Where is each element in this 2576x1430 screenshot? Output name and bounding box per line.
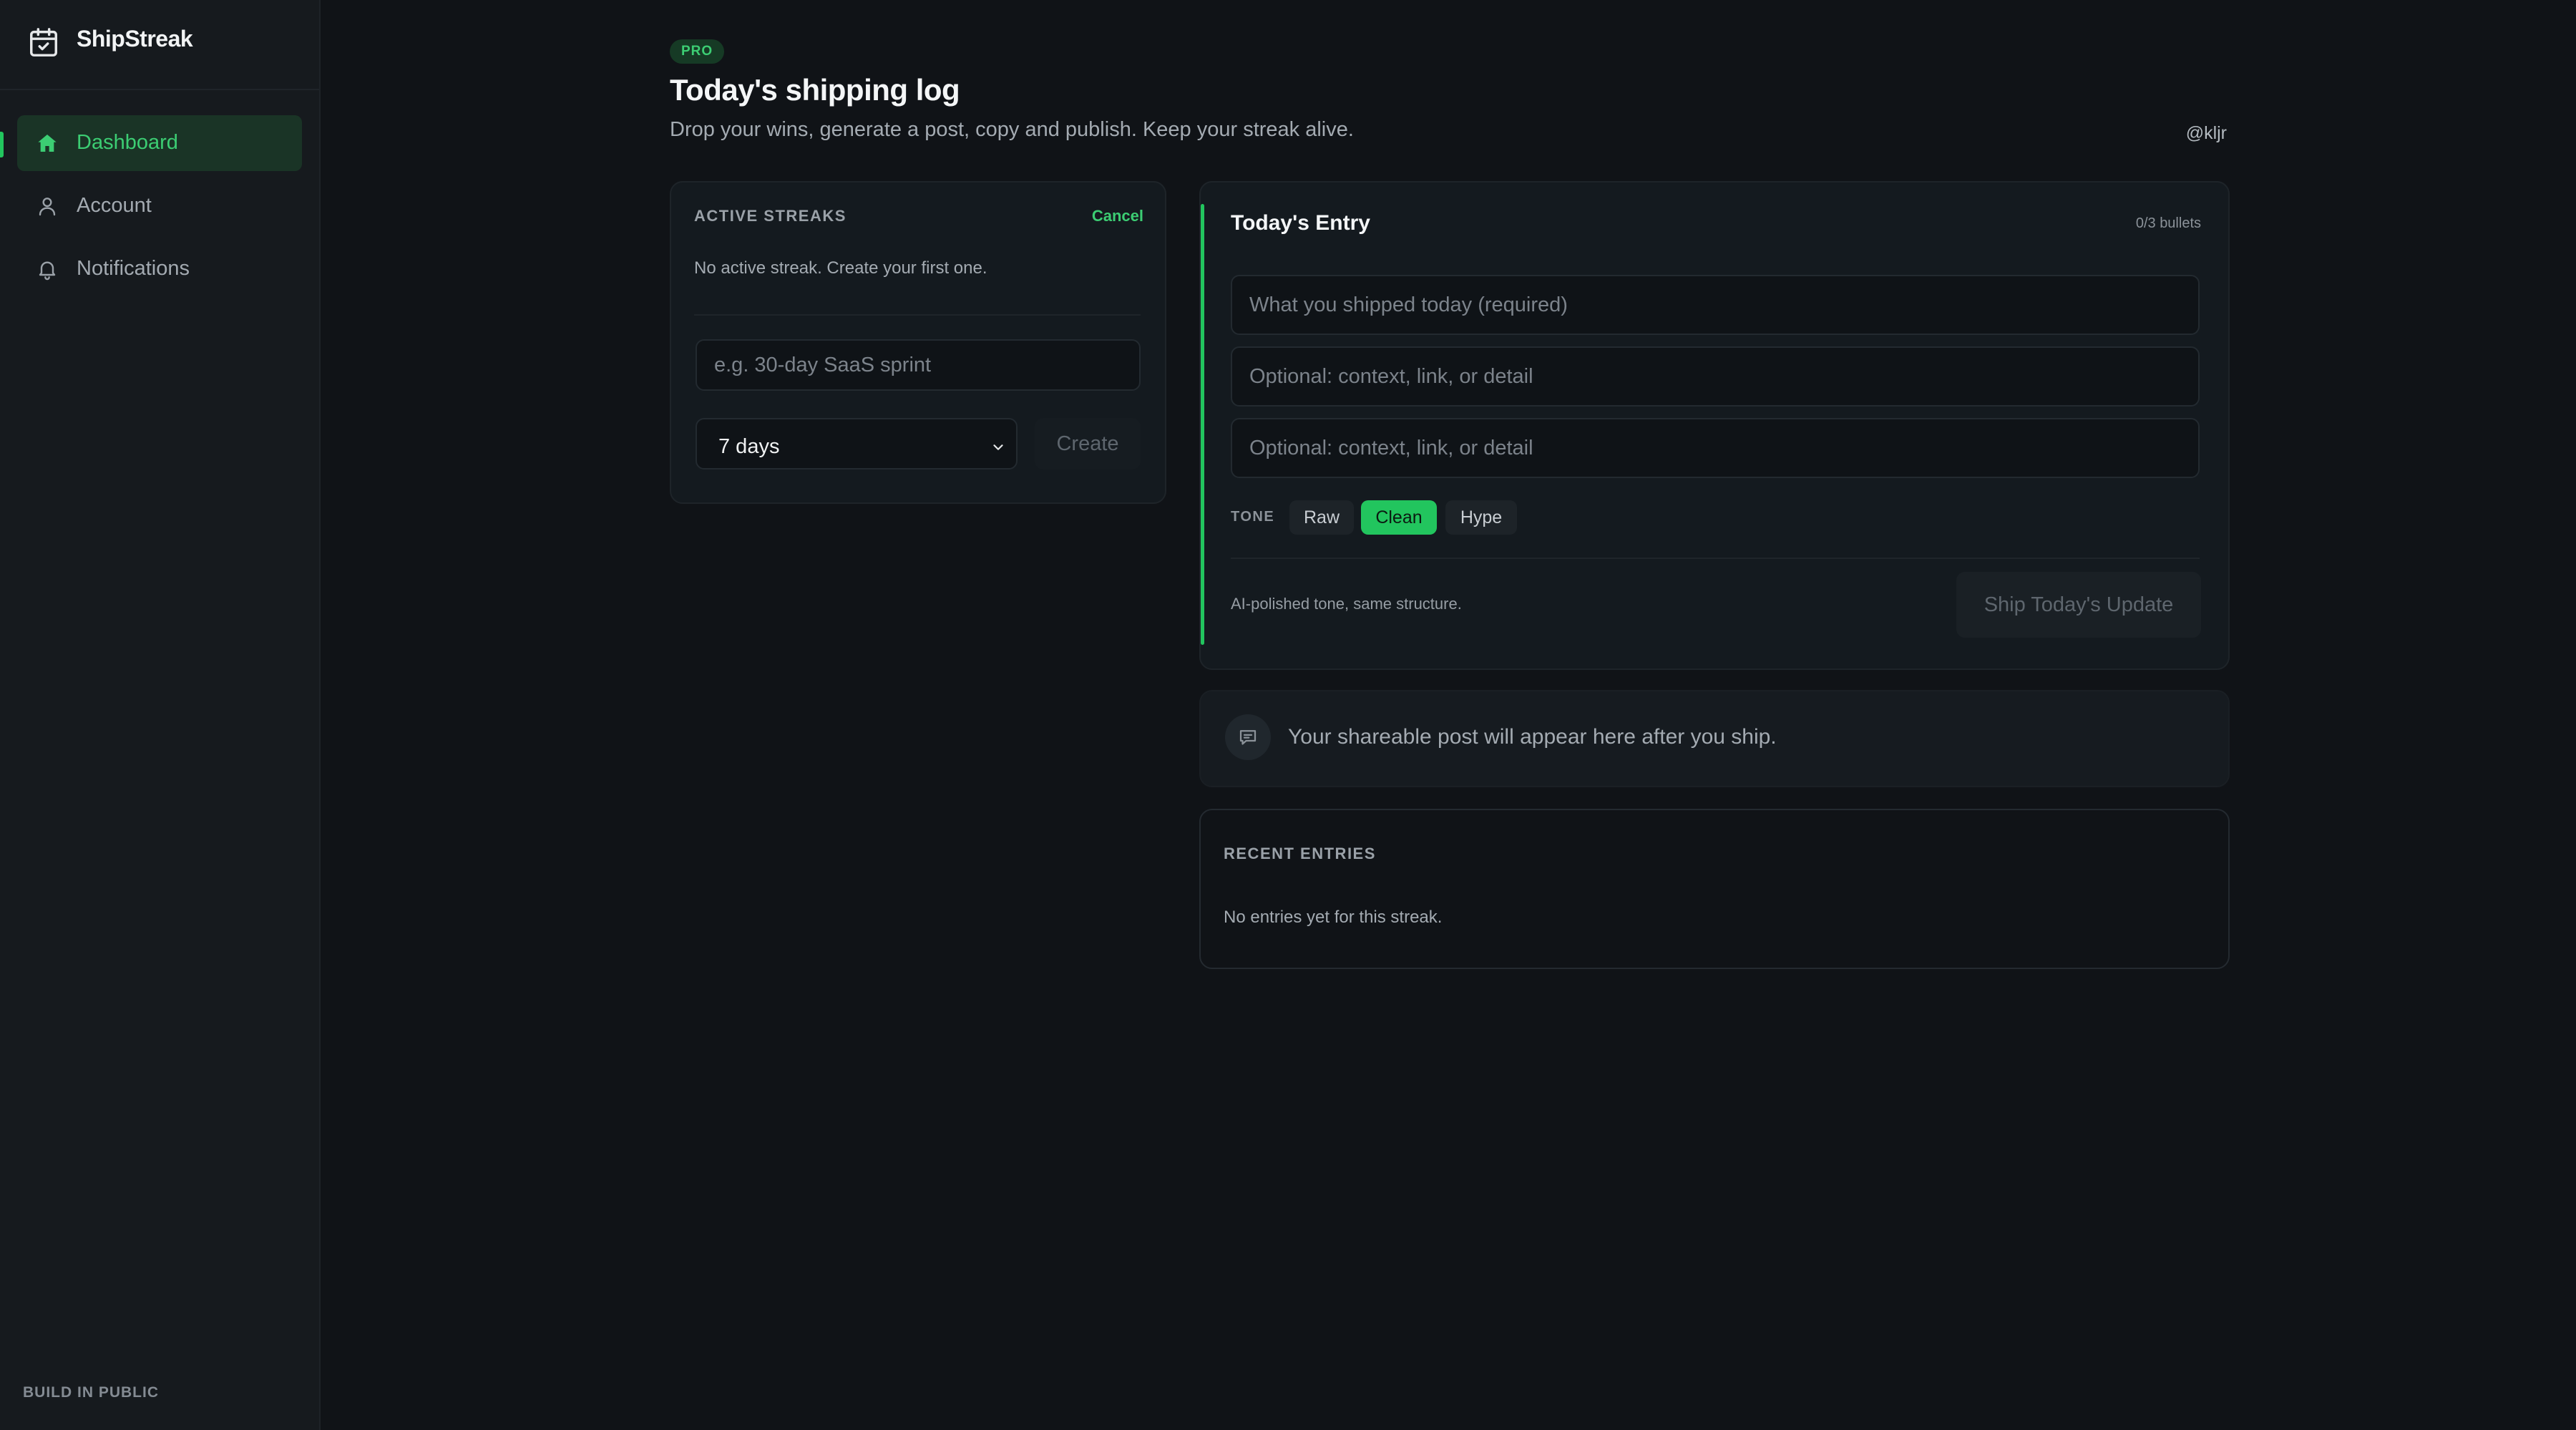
chevron-down-icon [993, 444, 1003, 450]
sidebar-item-notifications[interactable]: Notifications [17, 241, 302, 297]
sidebar: ShipStreak Dashboard Account Notificatio… [0, 0, 321, 1430]
home-icon [38, 135, 57, 152]
user-icon [39, 198, 56, 216]
recent-entries-card: RECENT ENTRIES No entries yet for this s… [1199, 809, 2230, 969]
sidebar-item-account[interactable]: Account [17, 178, 302, 234]
brand: ShipStreak [0, 0, 319, 90]
ship-update-button[interactable]: Ship Today's Update [1956, 572, 2201, 638]
share-post-card: Your shareable post will appear here aft… [1199, 690, 2230, 787]
page-subtitle: Drop your wins, generate a post, copy an… [670, 118, 1354, 141]
create-button[interactable]: Create [1035, 418, 1141, 470]
divider [694, 314, 1141, 316]
context-input-1[interactable] [1231, 346, 2200, 407]
no-streak-text: No active streak. Create your first one. [694, 258, 987, 278]
share-icon-circle [1225, 714, 1271, 760]
active-streaks-label: ACTIVE STREAKS [694, 207, 847, 225]
tone-hype-button[interactable]: Hype [1445, 500, 1517, 535]
message-icon [1239, 730, 1257, 745]
tone-clean-button[interactable]: Clean [1361, 500, 1437, 535]
share-placeholder-text: Your shareable post will appear here aft… [1288, 725, 1777, 749]
sidebar-item-dashboard[interactable]: Dashboard [17, 115, 302, 171]
recent-entries-label: RECENT ENTRIES [1224, 845, 1376, 862]
tone-raw-button[interactable]: Raw [1289, 500, 1354, 535]
divider [1231, 558, 2200, 559]
streak-name-input[interactable] [696, 339, 1141, 391]
shipped-input[interactable] [1231, 275, 2200, 335]
sidebar-item-label: Notifications [77, 257, 190, 280]
sidebar-item-label: Dashboard [77, 131, 178, 154]
todays-entry-card: Today's Entry 0/3 bullets TONE Raw Clean… [1199, 181, 2230, 670]
active-streaks-card: ACTIVE STREAKS Cancel No active streak. … [670, 181, 1166, 504]
pro-badge: PRO [670, 39, 725, 64]
sidebar-item-label: Account [77, 194, 152, 217]
context-input-2[interactable] [1231, 418, 2200, 478]
duration-select[interactable]: 7 days [696, 418, 1018, 470]
page-title: Today's shipping log [670, 73, 960, 107]
cancel-button[interactable]: Cancel [1092, 207, 1143, 225]
tone-hint: AI-polished tone, same structure. [1231, 595, 1462, 613]
no-entries-text: No entries yet for this streak. [1224, 908, 1443, 927]
entry-accent-bar [1201, 204, 1204, 645]
sidebar-footer: BUILD IN PUBLIC [23, 1384, 159, 1401]
bell-icon [39, 261, 56, 281]
tone-label: TONE [1231, 509, 1275, 525]
calendar-check-icon [30, 28, 57, 57]
entry-title: Today's Entry [1231, 211, 1370, 235]
duration-value: 7 days [718, 435, 780, 458]
user-handle[interactable]: @kljr [2186, 123, 2227, 144]
active-indicator [0, 132, 4, 157]
app-name: ShipStreak [77, 26, 193, 52]
bullet-count: 0/3 bullets [2135, 215, 2201, 231]
